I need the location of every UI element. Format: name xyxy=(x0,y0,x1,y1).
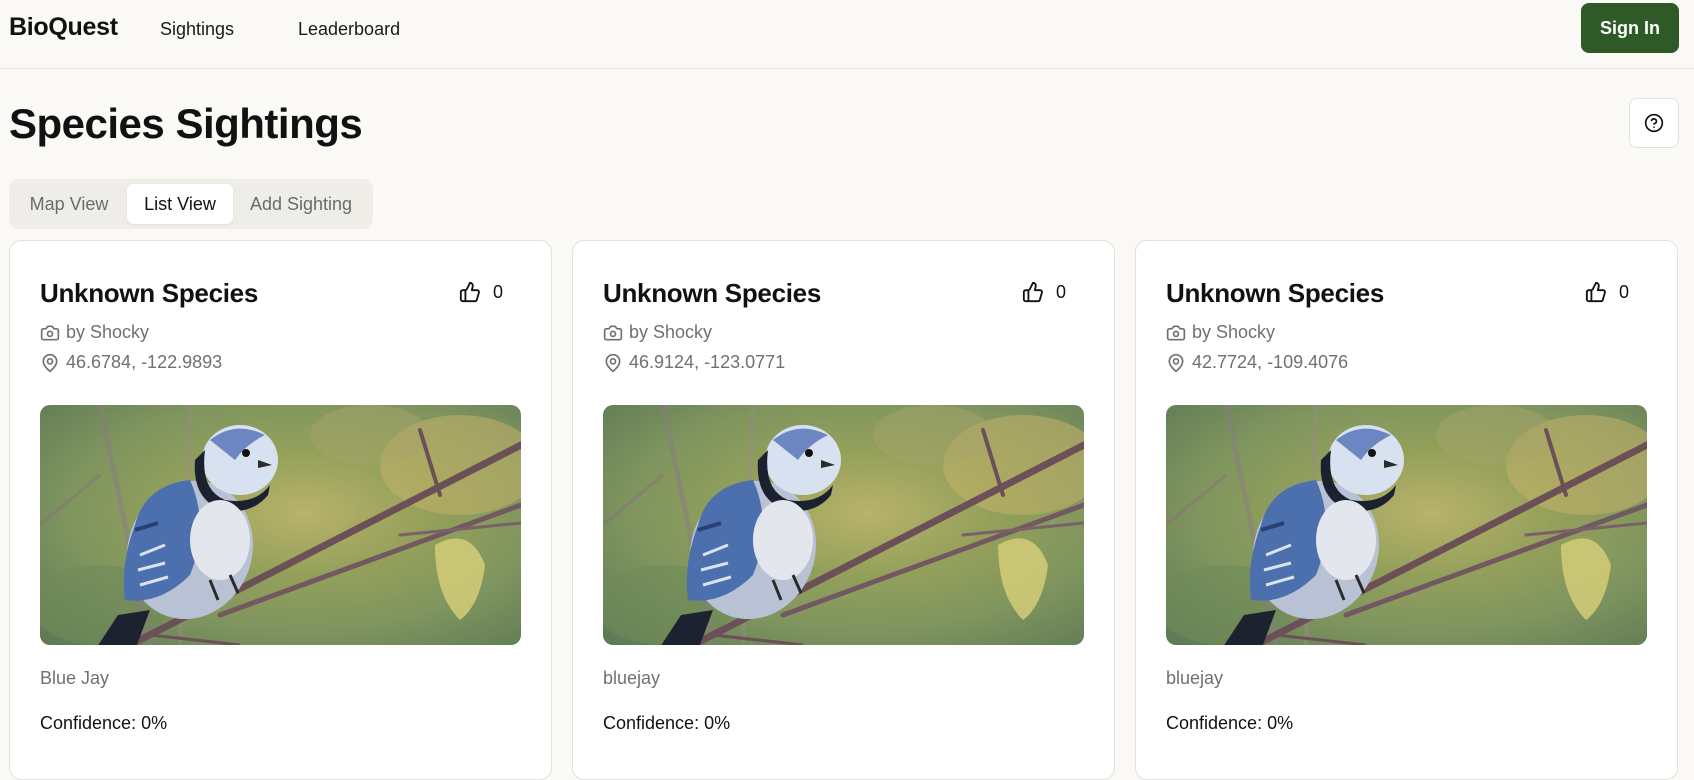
card-title: Unknown Species xyxy=(1166,278,1384,308)
sighting-card[interactable]: Unknown Species 0 by Shocky 42.7724, -10… xyxy=(1135,240,1678,780)
sign-in-button[interactable]: Sign In xyxy=(1581,3,1679,53)
coordinates-label: 46.9124, -123.0771 xyxy=(629,352,786,372)
species-label: bluejay xyxy=(1166,668,1224,688)
species-label: Blue Jay xyxy=(40,668,110,688)
tab-map-view[interactable]: Map View xyxy=(19,184,119,224)
map-pin-icon xyxy=(1168,353,1184,372)
brand-logo[interactable]: BioQuest xyxy=(9,13,118,42)
confidence-label: Confidence: 0% xyxy=(1166,713,1294,733)
author-label: by Shocky xyxy=(1192,322,1276,342)
location-row: 42.7724, -109.4076 xyxy=(1166,352,1348,373)
help-button[interactable] xyxy=(1629,98,1679,148)
species-label: bluejay xyxy=(603,668,661,688)
page-title: Species Sightings xyxy=(9,100,363,147)
nav-link-sightings[interactable]: Sightings xyxy=(160,19,234,40)
author-row: by Shocky xyxy=(1166,322,1275,343)
tab-add-sighting[interactable]: Add Sighting xyxy=(239,184,363,224)
thumbs-up-icon xyxy=(459,281,480,303)
location-row: 46.9124, -123.0771 xyxy=(603,352,785,373)
sighting-photo[interactable] xyxy=(40,405,521,645)
author-row: by Shocky xyxy=(40,322,149,343)
thumbs-up-icon xyxy=(1022,281,1043,303)
sighting-card[interactable]: Unknown Species 0 by Shocky 46.9124, -12… xyxy=(572,240,1115,780)
view-tabs: Map View List View Add Sighting xyxy=(9,179,373,229)
help-circle-icon xyxy=(1644,113,1664,133)
like-count: 0 xyxy=(1056,281,1067,302)
sighting-card[interactable]: Unknown Species 0 by Shocky 46.6784, -12… xyxy=(9,240,552,780)
like-count: 0 xyxy=(1619,281,1630,302)
nav-link-leaderboard[interactable]: Leaderboard xyxy=(298,19,400,40)
location-row: 46.6784, -122.9893 xyxy=(40,352,222,373)
sighting-photo[interactable] xyxy=(1166,405,1647,645)
thumbs-up-icon xyxy=(1585,281,1606,303)
coordinates-label: 42.7724, -109.4076 xyxy=(1192,352,1349,372)
camera-icon xyxy=(40,325,60,340)
coordinates-label: 46.6784, -122.9893 xyxy=(66,352,223,372)
like-count: 0 xyxy=(493,281,504,302)
top-nav: BioQuest Sightings Leaderboard Sign In xyxy=(0,0,1694,69)
map-pin-icon xyxy=(42,353,58,372)
map-pin-icon xyxy=(605,353,621,372)
camera-icon xyxy=(603,325,623,340)
confidence-label: Confidence: 0% xyxy=(40,713,168,733)
camera-icon xyxy=(1166,325,1186,340)
like-button[interactable]: 0 xyxy=(1585,281,1629,303)
card-title: Unknown Species xyxy=(603,278,821,308)
like-button[interactable]: 0 xyxy=(1022,281,1066,303)
card-title: Unknown Species xyxy=(40,278,258,308)
like-button[interactable]: 0 xyxy=(459,281,503,303)
sighting-photo[interactable] xyxy=(603,405,1084,645)
author-row: by Shocky xyxy=(603,322,712,343)
author-label: by Shocky xyxy=(66,322,150,342)
tab-list-view[interactable]: List View xyxy=(127,184,233,224)
confidence-label: Confidence: 0% xyxy=(603,713,731,733)
author-label: by Shocky xyxy=(629,322,713,342)
